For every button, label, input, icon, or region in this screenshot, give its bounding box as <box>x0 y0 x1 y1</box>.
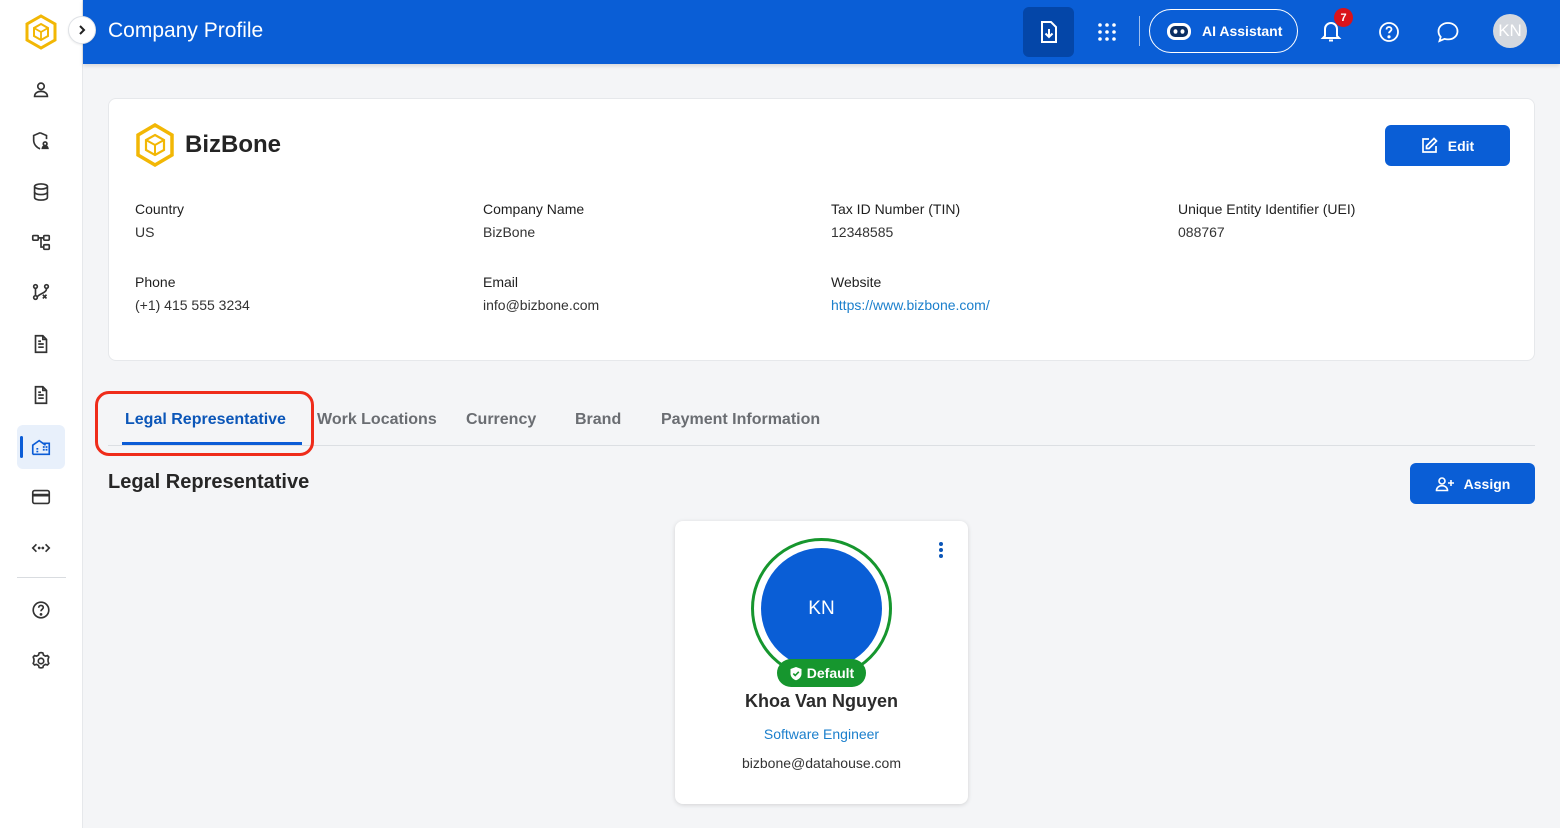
sidebar-item-integrations[interactable] <box>17 526 65 570</box>
sidebar-item-users[interactable] <box>17 68 65 112</box>
company-name-label: Company Name <box>483 201 585 217</box>
code-icon <box>31 543 51 553</box>
chat-bubble-icon <box>1437 22 1459 43</box>
notification-badge: 7 <box>1334 8 1353 27</box>
website-field: Website https://www.bizbone.com/ <box>831 274 990 313</box>
default-badge-label: Default <box>806 665 855 681</box>
document-icon <box>34 334 48 354</box>
kebab-menu-icon <box>939 542 943 558</box>
email-label: Email <box>483 274 519 290</box>
sidebar-item-documents[interactable] <box>17 322 65 366</box>
sidebar-item-settings[interactable] <box>17 639 65 683</box>
website-label: Website <box>831 274 882 290</box>
ai-assistant-button[interactable]: AI Assistant <box>1149 9 1298 53</box>
sidebar-item-database[interactable] <box>17 170 65 214</box>
app-logo[interactable] <box>24 14 58 50</box>
download-button[interactable] <box>1023 7 1074 57</box>
document-icon <box>34 385 48 405</box>
database-icon <box>33 183 49 201</box>
top-bar: Company Profile AI Assistant 7 KN <box>83 0 1560 64</box>
help-button[interactable] <box>1373 16 1405 48</box>
tin-value: 12348585 <box>831 224 894 240</box>
sidebar-divider <box>17 577 66 578</box>
chat-button[interactable] <box>1432 16 1464 48</box>
page-title: Company Profile <box>108 19 264 42</box>
workflow-icon <box>32 283 50 301</box>
representative-name: Khoa Van Nguyen <box>744 691 899 711</box>
uei-field: Unique Entity Identifier (UEI) 088767 <box>1178 201 1355 240</box>
shield-user-icon <box>32 131 49 150</box>
help-icon <box>1379 22 1399 42</box>
section-title: Legal Representative <box>108 471 310 493</box>
sidebar-toggle-button[interactable] <box>68 16 96 44</box>
sidebar-item-hierarchy[interactable] <box>17 220 65 264</box>
settings-icon <box>32 651 50 669</box>
representative-email: bizbone@datahouse.com <box>742 755 901 771</box>
tin-label: Tax ID Number (TIN) <box>831 201 961 217</box>
tab-brand[interactable]: Brand <box>575 411 621 429</box>
uei-value: 088767 <box>1178 224 1225 240</box>
tab-legal-representative[interactable]: Legal Representative <box>125 411 286 429</box>
tin-field: Tax ID Number (TIN) 12348585 <box>831 201 960 240</box>
shield-check-icon <box>790 666 802 680</box>
add-user-icon <box>1435 476 1454 491</box>
sidebar <box>0 0 83 828</box>
company-profile-card: BizBone Edit Country US Company Name Biz… <box>108 98 1535 361</box>
company-name-heading: BizBone <box>185 131 281 158</box>
ai-assistant-label: AI Assistant <box>1202 23 1283 39</box>
more-options-button[interactable] <box>931 539 951 561</box>
tab-work-locations[interactable]: Work Locations <box>317 411 437 429</box>
download-file-icon <box>1040 21 1057 43</box>
apps-menu-button[interactable] <box>1091 16 1123 48</box>
sidebar-item-company[interactable] <box>17 425 65 469</box>
sidebar-item-reports[interactable] <box>17 373 65 417</box>
assign-label: Assign <box>1463 475 1511 492</box>
representative-avatar: KN <box>761 548 882 669</box>
edit-label: Edit <box>1447 137 1475 154</box>
sidebar-item-payments[interactable] <box>17 475 65 519</box>
card-icon <box>31 489 51 505</box>
tab-bar: Legal Representative Work Locations Curr… <box>108 398 1535 446</box>
phone-field: Phone (+1) 415 555 3234 <box>135 274 250 313</box>
robot-icon <box>1167 23 1191 40</box>
company-name-value: BizBone <box>483 224 536 240</box>
avatar-ring: KN <box>751 538 892 679</box>
representative-role: Software Engineer <box>763 726 880 742</box>
representative-card: KN Default Khoa Van Nguyen Software Engi… <box>675 521 968 804</box>
country-value: US <box>135 224 155 240</box>
uei-label: Unique Entity Identifier (UEI) <box>1178 201 1356 217</box>
grid-dots-icon <box>1098 23 1116 41</box>
user-icon <box>33 82 49 98</box>
active-tab-indicator <box>122 442 302 445</box>
edit-button[interactable]: Edit <box>1385 125 1510 166</box>
sidebar-item-help[interactable] <box>17 588 65 632</box>
email-value: info@bizbone.com <box>483 297 600 313</box>
country-label: Country <box>135 201 185 217</box>
building-icon <box>31 439 51 456</box>
tab-payment-information[interactable]: Payment Information <box>661 411 820 429</box>
chevron-right-icon <box>79 25 86 35</box>
tab-currency[interactable]: Currency <box>466 411 536 429</box>
phone-label: Phone <box>135 274 176 290</box>
assign-button[interactable]: Assign <box>1410 463 1535 504</box>
sidebar-item-workflow[interactable] <box>17 270 65 314</box>
hierarchy-icon <box>31 234 51 251</box>
company-name-field: Company Name BizBone <box>483 201 584 240</box>
help-icon <box>32 601 50 619</box>
default-badge: Default <box>777 659 866 687</box>
sidebar-item-security[interactable] <box>17 119 65 163</box>
company-logo <box>135 122 175 168</box>
user-avatar[interactable]: KN <box>1493 14 1527 48</box>
email-field: Email info@bizbone.com <box>483 274 599 313</box>
country-field: Country US <box>135 201 184 240</box>
website-link[interactable]: https://www.bizbone.com/ <box>831 297 990 313</box>
toolbar-separator <box>1139 16 1140 46</box>
phone-value: (+1) 415 555 3234 <box>135 297 250 313</box>
edit-icon <box>1421 137 1438 153</box>
